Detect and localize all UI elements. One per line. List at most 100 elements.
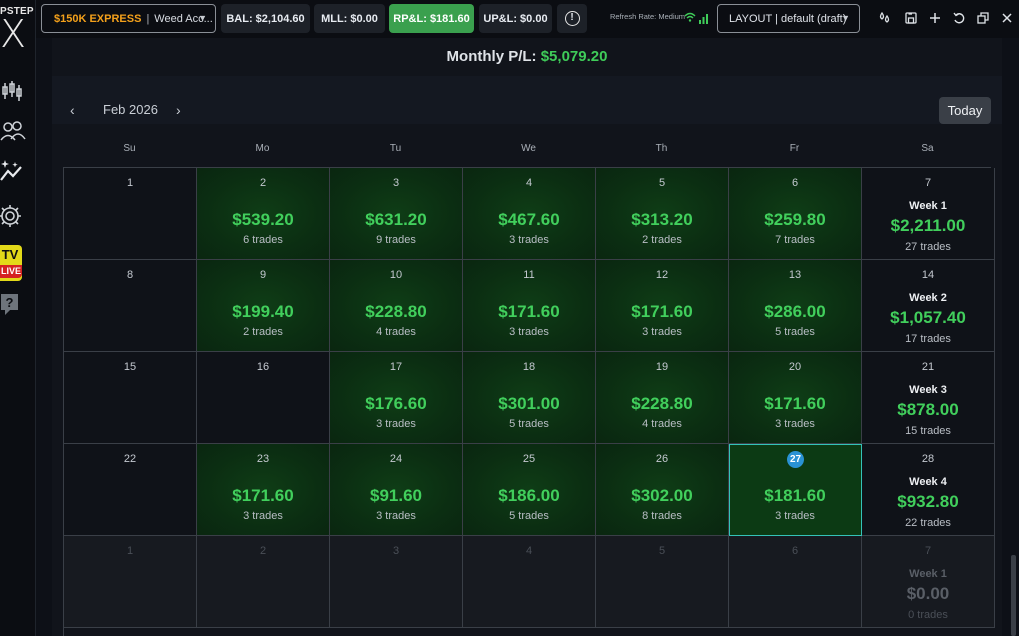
tv-live-icon[interactable]: TV LIVE bbox=[0, 245, 22, 281]
day-cell[interactable]: 8 bbox=[64, 260, 197, 352]
weekday-label: Fr bbox=[789, 143, 800, 154]
undo-icon[interactable] bbox=[952, 11, 966, 25]
live-label: LIVE bbox=[0, 265, 22, 278]
add-icon[interactable] bbox=[928, 11, 942, 25]
save-icon[interactable] bbox=[904, 11, 918, 25]
candlestick-icon[interactable] bbox=[0, 77, 28, 105]
day-trade-count: 6 trades bbox=[243, 234, 283, 246]
week-label: Week 2 bbox=[909, 292, 947, 304]
week-summary-cell[interactable]: 28 Week 4 $932.80 22 trades bbox=[862, 444, 995, 536]
day-cell[interactable]: 1 bbox=[64, 168, 197, 260]
help-icon[interactable]: ? bbox=[0, 291, 28, 319]
day-cell[interactable]: 4 bbox=[463, 536, 596, 628]
close-icon[interactable] bbox=[1000, 11, 1014, 25]
day-cell[interactable]: 1 bbox=[64, 536, 197, 628]
day-cell[interactable]: 6 $259.80 7 trades bbox=[729, 168, 862, 260]
day-cell[interactable]: 19 $228.80 4 trades bbox=[596, 352, 729, 444]
layout-selector[interactable]: LAYOUT | default (draft) ▼ bbox=[717, 4, 860, 33]
day-cell[interactable]: 27 $181.60 3 trades bbox=[729, 444, 862, 536]
day-cell[interactable]: 2 bbox=[197, 536, 330, 628]
trend-sparkle-icon[interactable] bbox=[0, 158, 28, 186]
week-label: Week 3 bbox=[909, 384, 947, 396]
day-cell[interactable]: 3 bbox=[330, 536, 463, 628]
weekday-label: Su bbox=[123, 143, 136, 154]
day-trade-count: 2 trades bbox=[243, 326, 283, 338]
top-bar: $150K EXPRESS | Weed Acc... ▼ BAL: $2,10… bbox=[36, 0, 1019, 38]
day-cell[interactable]: 23 $171.60 3 trades bbox=[197, 444, 330, 536]
windows-icon[interactable] bbox=[976, 11, 990, 25]
day-pnl: $301.00 bbox=[498, 394, 560, 413]
scrollbar[interactable] bbox=[1011, 555, 1016, 636]
day-pnl: $313.20 bbox=[631, 210, 693, 229]
account-selector[interactable]: $150K EXPRESS | Weed Acc... ▼ bbox=[41, 4, 216, 33]
day-number: 9 bbox=[259, 269, 267, 281]
summary-band bbox=[52, 76, 1002, 124]
day-number: 25 bbox=[522, 453, 536, 465]
drops-icon[interactable] bbox=[878, 11, 892, 25]
account-plan: $150K EXPRESS bbox=[54, 12, 142, 25]
week-summary-cell[interactable]: 7 Week 1 $2,211.00 27 trades bbox=[862, 168, 995, 260]
day-number: 3 bbox=[392, 545, 400, 557]
day-pnl: $228.80 bbox=[631, 394, 693, 413]
day-number: 17 bbox=[389, 361, 403, 373]
day-trade-count: 4 trades bbox=[376, 326, 416, 338]
day-number: 1 bbox=[126, 545, 134, 557]
day-cell[interactable]: 18 $301.00 5 trades bbox=[463, 352, 596, 444]
day-cell[interactable]: 4 $467.60 3 trades bbox=[463, 168, 596, 260]
day-cell[interactable]: 6 bbox=[729, 536, 862, 628]
day-number: 7 bbox=[924, 545, 932, 557]
prev-month-icon[interactable]: ‹ bbox=[70, 102, 75, 118]
day-cell[interactable]: 15 bbox=[64, 352, 197, 444]
day-number: 22 bbox=[123, 453, 137, 465]
week-summary-cell[interactable]: 21 Week 3 $878.00 15 trades bbox=[862, 352, 995, 444]
day-number: 2 bbox=[259, 177, 267, 189]
day-trade-count: 3 trades bbox=[775, 510, 815, 522]
day-number: 26 bbox=[655, 453, 669, 465]
day-pnl: $286.00 bbox=[764, 302, 826, 321]
day-pnl: $199.40 bbox=[232, 302, 294, 321]
day-number: 7 bbox=[924, 177, 932, 189]
day-number: 20 bbox=[788, 361, 802, 373]
day-trade-count: 5 trades bbox=[509, 418, 549, 430]
day-number: 4 bbox=[525, 177, 533, 189]
day-pnl: $171.60 bbox=[498, 302, 560, 321]
day-cell[interactable]: 16 bbox=[197, 352, 330, 444]
day-trade-count: 3 trades bbox=[376, 418, 416, 430]
day-cell[interactable]: 5 bbox=[596, 536, 729, 628]
week-pnl: $1,057.40 bbox=[890, 308, 966, 327]
day-cell[interactable]: 12 $171.60 3 trades bbox=[596, 260, 729, 352]
next-month-icon[interactable]: › bbox=[176, 102, 181, 118]
day-cell[interactable]: 25 $186.00 5 trades bbox=[463, 444, 596, 536]
week-summary-cell[interactable]: 14 Week 2 $1,057.40 17 trades bbox=[862, 260, 995, 352]
day-number: 19 bbox=[655, 361, 669, 373]
day-cell[interactable]: 22 bbox=[64, 444, 197, 536]
day-cell[interactable]: 20 $171.60 3 trades bbox=[729, 352, 862, 444]
day-cell[interactable]: 11 $171.60 3 trades bbox=[463, 260, 596, 352]
logo-x: X bbox=[0, 12, 27, 56]
day-cell[interactable]: 5 $313.20 2 trades bbox=[596, 168, 729, 260]
day-number: 16 bbox=[256, 361, 270, 373]
gear-icon[interactable] bbox=[0, 202, 28, 230]
day-cell[interactable]: 3 $631.20 9 trades bbox=[330, 168, 463, 260]
day-pnl: $259.80 bbox=[764, 210, 826, 229]
day-pnl: $171.60 bbox=[232, 486, 294, 505]
day-cell[interactable]: 13 $286.00 5 trades bbox=[729, 260, 862, 352]
day-cell[interactable]: 2 $539.20 6 trades bbox=[197, 168, 330, 260]
month-label: Feb 2026 bbox=[103, 102, 158, 117]
users-icon[interactable] bbox=[0, 117, 28, 145]
day-cell[interactable]: 24 $91.60 3 trades bbox=[330, 444, 463, 536]
day-number: 6 bbox=[791, 177, 799, 189]
day-trade-count: 9 trades bbox=[376, 234, 416, 246]
day-cell[interactable]: 26 $302.00 8 trades bbox=[596, 444, 729, 536]
balance-badge: BAL: $2,104.60 bbox=[221, 4, 310, 33]
day-cell[interactable]: 17 $176.60 3 trades bbox=[330, 352, 463, 444]
week-summary-cell[interactable]: 7 Week 1 $0.00 0 trades bbox=[862, 536, 995, 628]
day-number: 3 bbox=[392, 177, 400, 189]
day-trade-count: 7 trades bbox=[775, 234, 815, 246]
alert-button[interactable]: ! bbox=[557, 4, 587, 33]
monthly-pnl-value: $5,079.20 bbox=[540, 48, 608, 65]
account-separator: | bbox=[146, 12, 150, 25]
today-button[interactable]: Today bbox=[939, 97, 991, 124]
day-cell[interactable]: 9 $199.40 2 trades bbox=[197, 260, 330, 352]
day-cell[interactable]: 10 $228.80 4 trades bbox=[330, 260, 463, 352]
